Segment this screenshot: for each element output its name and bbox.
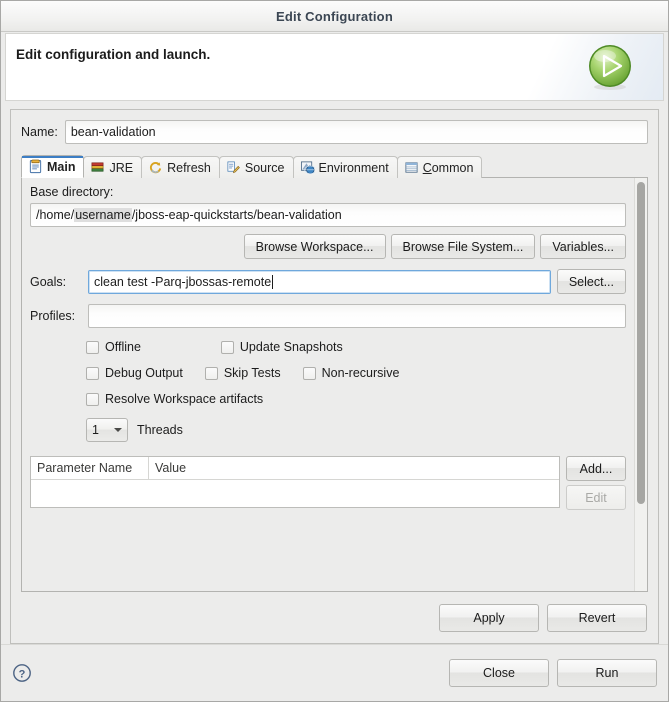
apply-revert-row: Apply Revert	[21, 592, 648, 643]
tab-environment-label: Environment	[319, 161, 389, 175]
skip-tests-checkbox-box[interactable]	[205, 367, 218, 380]
checkbox-row-1: Offline Update Snapshots	[30, 340, 626, 354]
threads-label: Threads	[137, 423, 183, 437]
tab-common-rest: ommon	[432, 161, 474, 175]
update-snapshots-checkbox[interactable]: Update Snapshots	[221, 340, 343, 354]
scrollbar-thumb[interactable]	[637, 182, 645, 504]
refresh-arrows-icon	[148, 160, 163, 175]
base-directory-redacted-username: username	[74, 208, 132, 222]
name-label: Name:	[21, 125, 58, 139]
update-snapshots-checkbox-label: Update Snapshots	[240, 340, 343, 354]
parameter-table[interactable]: Parameter Name Value	[30, 456, 560, 508]
non-recursive-checkbox-label: Non-recursive	[322, 366, 400, 380]
main-tab-scroll-content: Base directory: /home/username/jboss-eap…	[22, 178, 634, 591]
header-title: Edit configuration and launch.	[16, 47, 210, 62]
browse-workspace-button[interactable]: Browse Workspace...	[244, 234, 386, 259]
goals-input-value: clean test -Parq-jbossas-remote	[94, 275, 271, 289]
name-input[interactable]: bean-validation	[65, 120, 648, 144]
tab-main-label: Main	[47, 160, 75, 174]
revert-button[interactable]: Revert	[547, 604, 647, 632]
skip-tests-checkbox[interactable]: Skip Tests	[205, 366, 281, 380]
variables-button[interactable]: Variables...	[540, 234, 626, 259]
goals-label: Goals:	[30, 275, 82, 289]
green-run-play-icon	[585, 42, 635, 92]
debug-output-checkbox[interactable]: Debug Output	[86, 366, 183, 380]
environment-globe-icon	[300, 160, 315, 175]
select-goals-button[interactable]: Select...	[557, 269, 626, 294]
non-recursive-checkbox-box[interactable]	[303, 367, 316, 380]
tab-source[interactable]: Source	[219, 156, 294, 178]
resolve-workspace-artifacts-checkbox-box[interactable]	[86, 393, 99, 406]
header-banner: Edit configuration and launch.	[5, 33, 664, 101]
text-caret	[272, 275, 273, 289]
title-bar: Edit Configuration	[1, 1, 668, 32]
base-directory-label: Base directory:	[30, 185, 626, 199]
threads-dropdown[interactable]: 1	[86, 418, 128, 442]
offline-checkbox-label: Offline	[105, 340, 141, 354]
update-snapshots-checkbox-box[interactable]	[221, 341, 234, 354]
main-tab-vertical-scrollbar[interactable]	[634, 178, 647, 591]
tab-jre-label: JRE	[109, 161, 133, 175]
run-button[interactable]: Run	[557, 659, 657, 687]
checkbox-row-2: Debug Output Skip Tests Non-recursive	[30, 366, 626, 380]
help-question-icon[interactable]: ?	[12, 663, 32, 683]
browse-file-system-button[interactable]: Browse File System...	[391, 234, 536, 259]
parameter-table-area: Parameter Name Value Add... Edit	[30, 456, 626, 510]
threads-row: 1 Threads	[30, 418, 626, 442]
column-header-value[interactable]: Value	[149, 457, 559, 479]
debug-output-checkbox-box[interactable]	[86, 367, 99, 380]
resolve-workspace-artifacts-checkbox[interactable]: Resolve Workspace artifacts	[86, 392, 263, 406]
resolve-workspace-artifacts-checkbox-label: Resolve Workspace artifacts	[105, 392, 263, 406]
profiles-label: Profiles:	[30, 309, 82, 323]
profiles-input[interactable]	[88, 304, 626, 328]
base-directory-suffix: /jboss-eap-quickstarts/bean-validation	[132, 208, 342, 222]
tab-jre[interactable]: JRE	[83, 156, 142, 178]
offline-checkbox[interactable]: Offline	[86, 340, 141, 354]
tab-common[interactable]: Common	[397, 156, 483, 178]
tab-refresh-label: Refresh	[167, 161, 211, 175]
common-table-icon	[404, 160, 419, 175]
name-row: Name: bean-validation	[21, 120, 648, 144]
dialog-bottom-bar: ? Close Run	[1, 644, 668, 701]
parameter-table-buttons: Add... Edit	[566, 456, 626, 510]
svg-text:?: ?	[19, 668, 26, 680]
tab-common-label: Common	[423, 161, 474, 175]
debug-output-checkbox-label: Debug Output	[105, 366, 183, 380]
skip-tests-checkbox-label: Skip Tests	[224, 366, 281, 380]
checkbox-row-3: Resolve Workspace artifacts	[30, 392, 626, 406]
parameter-table-header: Parameter Name Value	[31, 457, 559, 480]
add-parameter-button[interactable]: Add...	[566, 456, 626, 481]
jre-books-icon	[90, 160, 105, 175]
goals-input[interactable]: clean test -Parq-jbossas-remote	[88, 270, 551, 294]
configuration-panel: Name: bean-validation Main	[10, 109, 659, 644]
tab-strip: Main JRE Refresh	[21, 155, 648, 178]
parameter-table-body[interactable]	[31, 480, 559, 507]
column-header-parameter-name[interactable]: Parameter Name	[31, 457, 149, 479]
base-directory-input[interactable]: /home/username/jboss-eap-quickstarts/bea…	[30, 203, 626, 227]
goals-row: Goals: clean test -Parq-jbossas-remote S…	[30, 269, 626, 294]
chevron-down-icon	[114, 428, 122, 432]
profiles-row: Profiles:	[30, 304, 626, 328]
edit-configuration-dialog: Edit Configuration Edit configuration an…	[0, 0, 669, 702]
tab-common-mnemonic: C	[423, 161, 432, 175]
non-recursive-checkbox[interactable]: Non-recursive	[303, 366, 400, 380]
main-document-icon	[28, 159, 43, 174]
dialog-content: Name: bean-validation Main	[1, 101, 668, 644]
window-title: Edit Configuration	[276, 9, 393, 24]
offline-checkbox-box[interactable]	[86, 341, 99, 354]
edit-parameter-button: Edit	[566, 485, 626, 510]
main-tab-body: Base directory: /home/username/jboss-eap…	[21, 177, 648, 592]
apply-button[interactable]: Apply	[439, 604, 539, 632]
source-pencil-icon	[226, 160, 241, 175]
header-sheen	[483, 34, 663, 100]
tab-main[interactable]: Main	[21, 155, 84, 178]
tab-source-label: Source	[245, 161, 285, 175]
tab-environment[interactable]: Environment	[293, 156, 398, 178]
directory-button-row: Browse Workspace... Browse File System..…	[30, 234, 626, 259]
tab-refresh[interactable]: Refresh	[141, 156, 220, 178]
threads-dropdown-value: 1	[92, 423, 99, 437]
close-button[interactable]: Close	[449, 659, 549, 687]
base-directory-prefix: /home/	[36, 208, 74, 222]
options-checkbox-group: Offline Update Snapshots Debug Output	[30, 340, 626, 406]
